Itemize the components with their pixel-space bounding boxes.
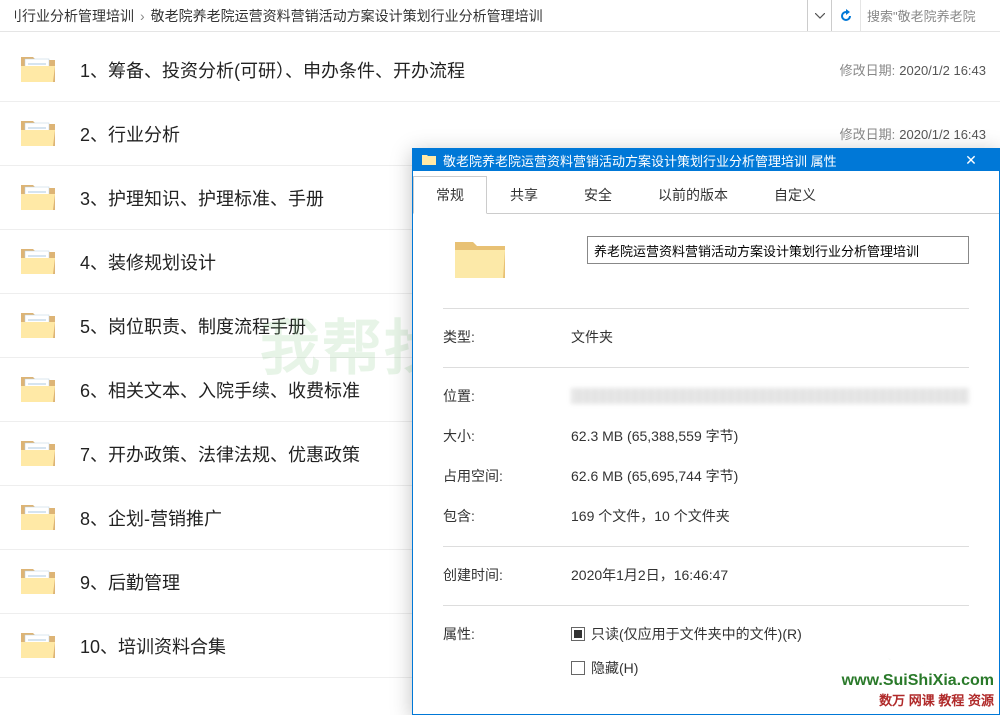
folder-icon — [18, 48, 80, 91]
label-attributes: 属性: — [443, 624, 571, 644]
label-size: 大小: — [443, 426, 571, 446]
refresh-icon[interactable] — [832, 0, 860, 31]
address-bar: 刂行业分析管理培训 › 敬老院养老院运营资料营销活动方案设计策划行业分析管理培训… — [0, 0, 1000, 32]
separator — [443, 308, 969, 309]
value-contains: 169 个文件，10 个文件夹 — [571, 506, 969, 526]
tab-1[interactable]: 共享 — [487, 176, 561, 214]
search-placeholder: 搜索"敬老院养老院 — [867, 6, 976, 25]
folder-icon — [18, 496, 80, 539]
label-location: 位置: — [443, 386, 571, 406]
folder-icon — [18, 304, 80, 347]
meta-date: 2020/1/2 16:43 — [899, 127, 986, 142]
value-location-blurred — [571, 388, 969, 404]
breadcrumb-separator: › — [140, 8, 145, 24]
folder-icon — [18, 560, 80, 603]
value-created: 2020年1月2日，16:46:47 — [571, 565, 969, 585]
dialog-titlebar[interactable]: 敬老院养老院运营资料营销活动方案设计策划行业分析管理培训 属性 ✕ — [413, 149, 999, 171]
tab-4[interactable]: 自定义 — [751, 176, 839, 214]
folder-icon — [18, 176, 80, 219]
separator — [443, 367, 969, 368]
file-meta: 修改日期:2020/1/2 16:43 — [840, 124, 1000, 143]
separator — [443, 605, 969, 606]
folder-icon — [18, 624, 80, 667]
hidden-label: 隐藏(H) — [591, 658, 638, 678]
folder-icon — [18, 112, 80, 155]
big-folder-icon — [453, 236, 507, 282]
folder-icon — [18, 368, 80, 411]
meta-date: 2020/1/2 16:43 — [899, 63, 986, 78]
tab-2[interactable]: 安全 — [561, 176, 635, 214]
label-ondisk: 占用空间: — [443, 466, 571, 486]
folder-icon — [421, 152, 437, 168]
properties-dialog: 敬老院养老院运营资料营销活动方案设计策划行业分析管理培训 属性 ✕ 常规共享安全… — [412, 148, 1000, 715]
hidden-checkbox[interactable] — [571, 661, 585, 675]
folder-icon — [18, 432, 80, 475]
label-type: 类型: — [443, 327, 571, 347]
file-meta: 修改日期:2020/1/2 16:43 — [840, 60, 1000, 79]
breadcrumb-part[interactable]: 敬老院养老院运营资料营销活动方案设计策划行业分析管理培训 — [151, 6, 543, 26]
tab-0[interactable]: 常规 — [413, 176, 487, 214]
value-size: 62.3 MB (65,388,559 字节) — [571, 426, 969, 446]
dialog-tabs: 常规共享安全以前的版本自定义 — [413, 171, 999, 214]
close-icon[interactable]: ✕ — [951, 152, 991, 169]
readonly-label: 只读(仅应用于文件夹中的文件)(R) — [591, 624, 802, 644]
list-item[interactable]: 1、筹备、投资分析(可研）、申办条件、开办流程修改日期:2020/1/2 16:… — [0, 38, 1000, 102]
meta-label: 修改日期: — [840, 63, 896, 78]
meta-label: 修改日期: — [840, 127, 896, 142]
address-dropdown-icon[interactable] — [808, 0, 832, 31]
dialog-body: 类型: 文件夹 位置: 大小: 62.3 MB (65,388,559 字节) … — [413, 214, 999, 714]
label-created: 创建时间: — [443, 565, 571, 585]
readonly-checkbox[interactable] — [571, 627, 585, 641]
breadcrumb-part[interactable]: 刂行业分析管理培训 — [8, 6, 134, 26]
value-ondisk: 62.6 MB (65,695,744 字节) — [571, 466, 969, 486]
file-name: 2、行业分析 — [80, 121, 840, 147]
dialog-title: 敬老院养老院运营资料营销活动方案设计策划行业分析管理培训 属性 — [443, 151, 951, 170]
breadcrumb[interactable]: 刂行业分析管理培训 › 敬老院养老院运营资料营销活动方案设计策划行业分析管理培训 — [0, 0, 808, 31]
file-name: 1、筹备、投资分析(可研）、申办条件、开办流程 — [80, 57, 840, 83]
label-contains: 包含: — [443, 506, 571, 526]
search-input[interactable]: 搜索"敬老院养老院 — [860, 0, 1000, 31]
tab-3[interactable]: 以前的版本 — [635, 176, 751, 214]
folder-icon — [18, 240, 80, 283]
folder-name-input[interactable] — [587, 236, 969, 264]
value-type: 文件夹 — [571, 327, 969, 347]
separator — [443, 546, 969, 547]
